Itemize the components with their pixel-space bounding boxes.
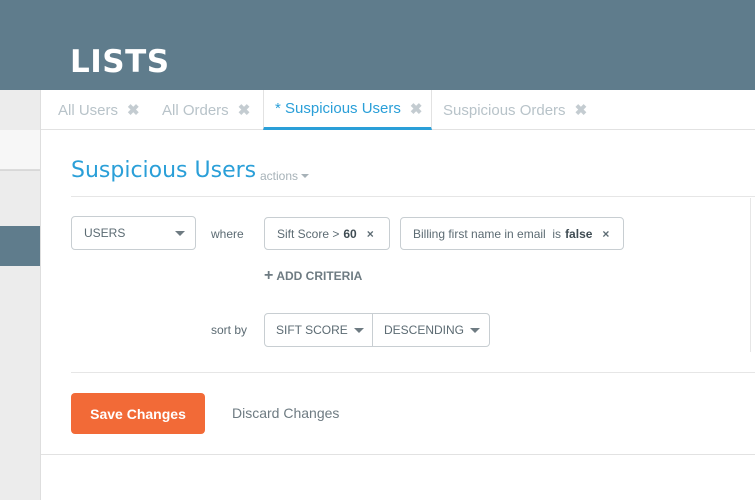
sort-field-value: SIFT SCORE — [276, 323, 348, 337]
criteria-text: Billing first name in email is — [413, 226, 562, 241]
app-header: LISTS — [0, 0, 755, 90]
close-icon[interactable]: ✖ — [238, 101, 251, 119]
rail-item-active[interactable] — [0, 226, 40, 266]
chevron-down-icon — [470, 327, 481, 333]
sort-order-select[interactable]: DESCENDING — [373, 314, 489, 346]
list-panel: All Users ✖ All Orders ✖ * Suspicious Us… — [40, 90, 755, 500]
entity-select[interactable]: USERS — [71, 216, 196, 250]
tab-label: Suspicious Orders — [443, 101, 566, 119]
save-changes-button[interactable]: Save Changes — [71, 393, 205, 434]
discard-changes-button[interactable]: Discard Changes — [232, 405, 339, 421]
actions-label: actions — [260, 169, 299, 183]
sort-control: SIFT SCORE DESCENDING — [264, 313, 490, 347]
tab-suspicious-orders[interactable]: Suspicious Orders ✖ — [443, 90, 587, 130]
criteria-chip-sift-score[interactable]: Sift Score > 60 × — [264, 217, 390, 250]
criteria-value: false — [565, 226, 593, 241]
footer-divider — [71, 372, 755, 373]
bottom-divider — [41, 454, 755, 455]
add-criteria-button[interactable]: + ADD CRITERIA — [264, 267, 363, 284]
chevron-down-icon — [353, 327, 364, 333]
close-icon[interactable]: ✖ — [410, 100, 423, 118]
right-divider — [750, 198, 751, 352]
tab-all-users[interactable]: All Users ✖ — [58, 90, 140, 130]
entity-select-value: USERS — [84, 226, 126, 240]
close-icon[interactable]: ✖ — [575, 101, 588, 119]
close-icon[interactable]: × — [602, 227, 609, 241]
tab-label: All Orders — [162, 101, 229, 119]
title-divider — [71, 196, 755, 197]
criteria-value: 60 — [343, 226, 357, 241]
tab-label: All Users — [58, 101, 119, 119]
tab-bar: All Users ✖ All Orders ✖ * Suspicious Us… — [41, 90, 755, 130]
add-criteria-label: ADD CRITERIA — [276, 269, 363, 283]
rail-divider — [0, 170, 40, 171]
list-title: Suspicious Users — [71, 158, 257, 183]
plus-icon: + — [264, 267, 274, 284]
tab-all-orders[interactable]: All Orders ✖ — [162, 90, 250, 130]
chevron-down-icon — [301, 174, 310, 178]
sort-field-select[interactable]: SIFT SCORE — [265, 314, 373, 346]
chevron-down-icon — [175, 231, 185, 236]
page-title: LISTS — [70, 44, 170, 80]
sort-order-value: DESCENDING — [384, 323, 465, 337]
close-icon[interactable]: × — [367, 227, 374, 241]
tab-suspicious-users[interactable]: * Suspicious Users ✖ — [263, 90, 432, 130]
sort-by-label: sort by — [211, 323, 248, 337]
criteria-chip-billing-name[interactable]: Billing first name in email is false × — [400, 217, 624, 250]
rail-item[interactable] — [0, 130, 40, 170]
where-label: where — [211, 227, 244, 241]
criteria-text: Sift Score > — [277, 226, 340, 241]
close-icon[interactable]: ✖ — [127, 101, 140, 119]
tab-label: * Suspicious Users — [275, 100, 401, 117]
actions-dropdown[interactable]: actions — [260, 169, 310, 183]
